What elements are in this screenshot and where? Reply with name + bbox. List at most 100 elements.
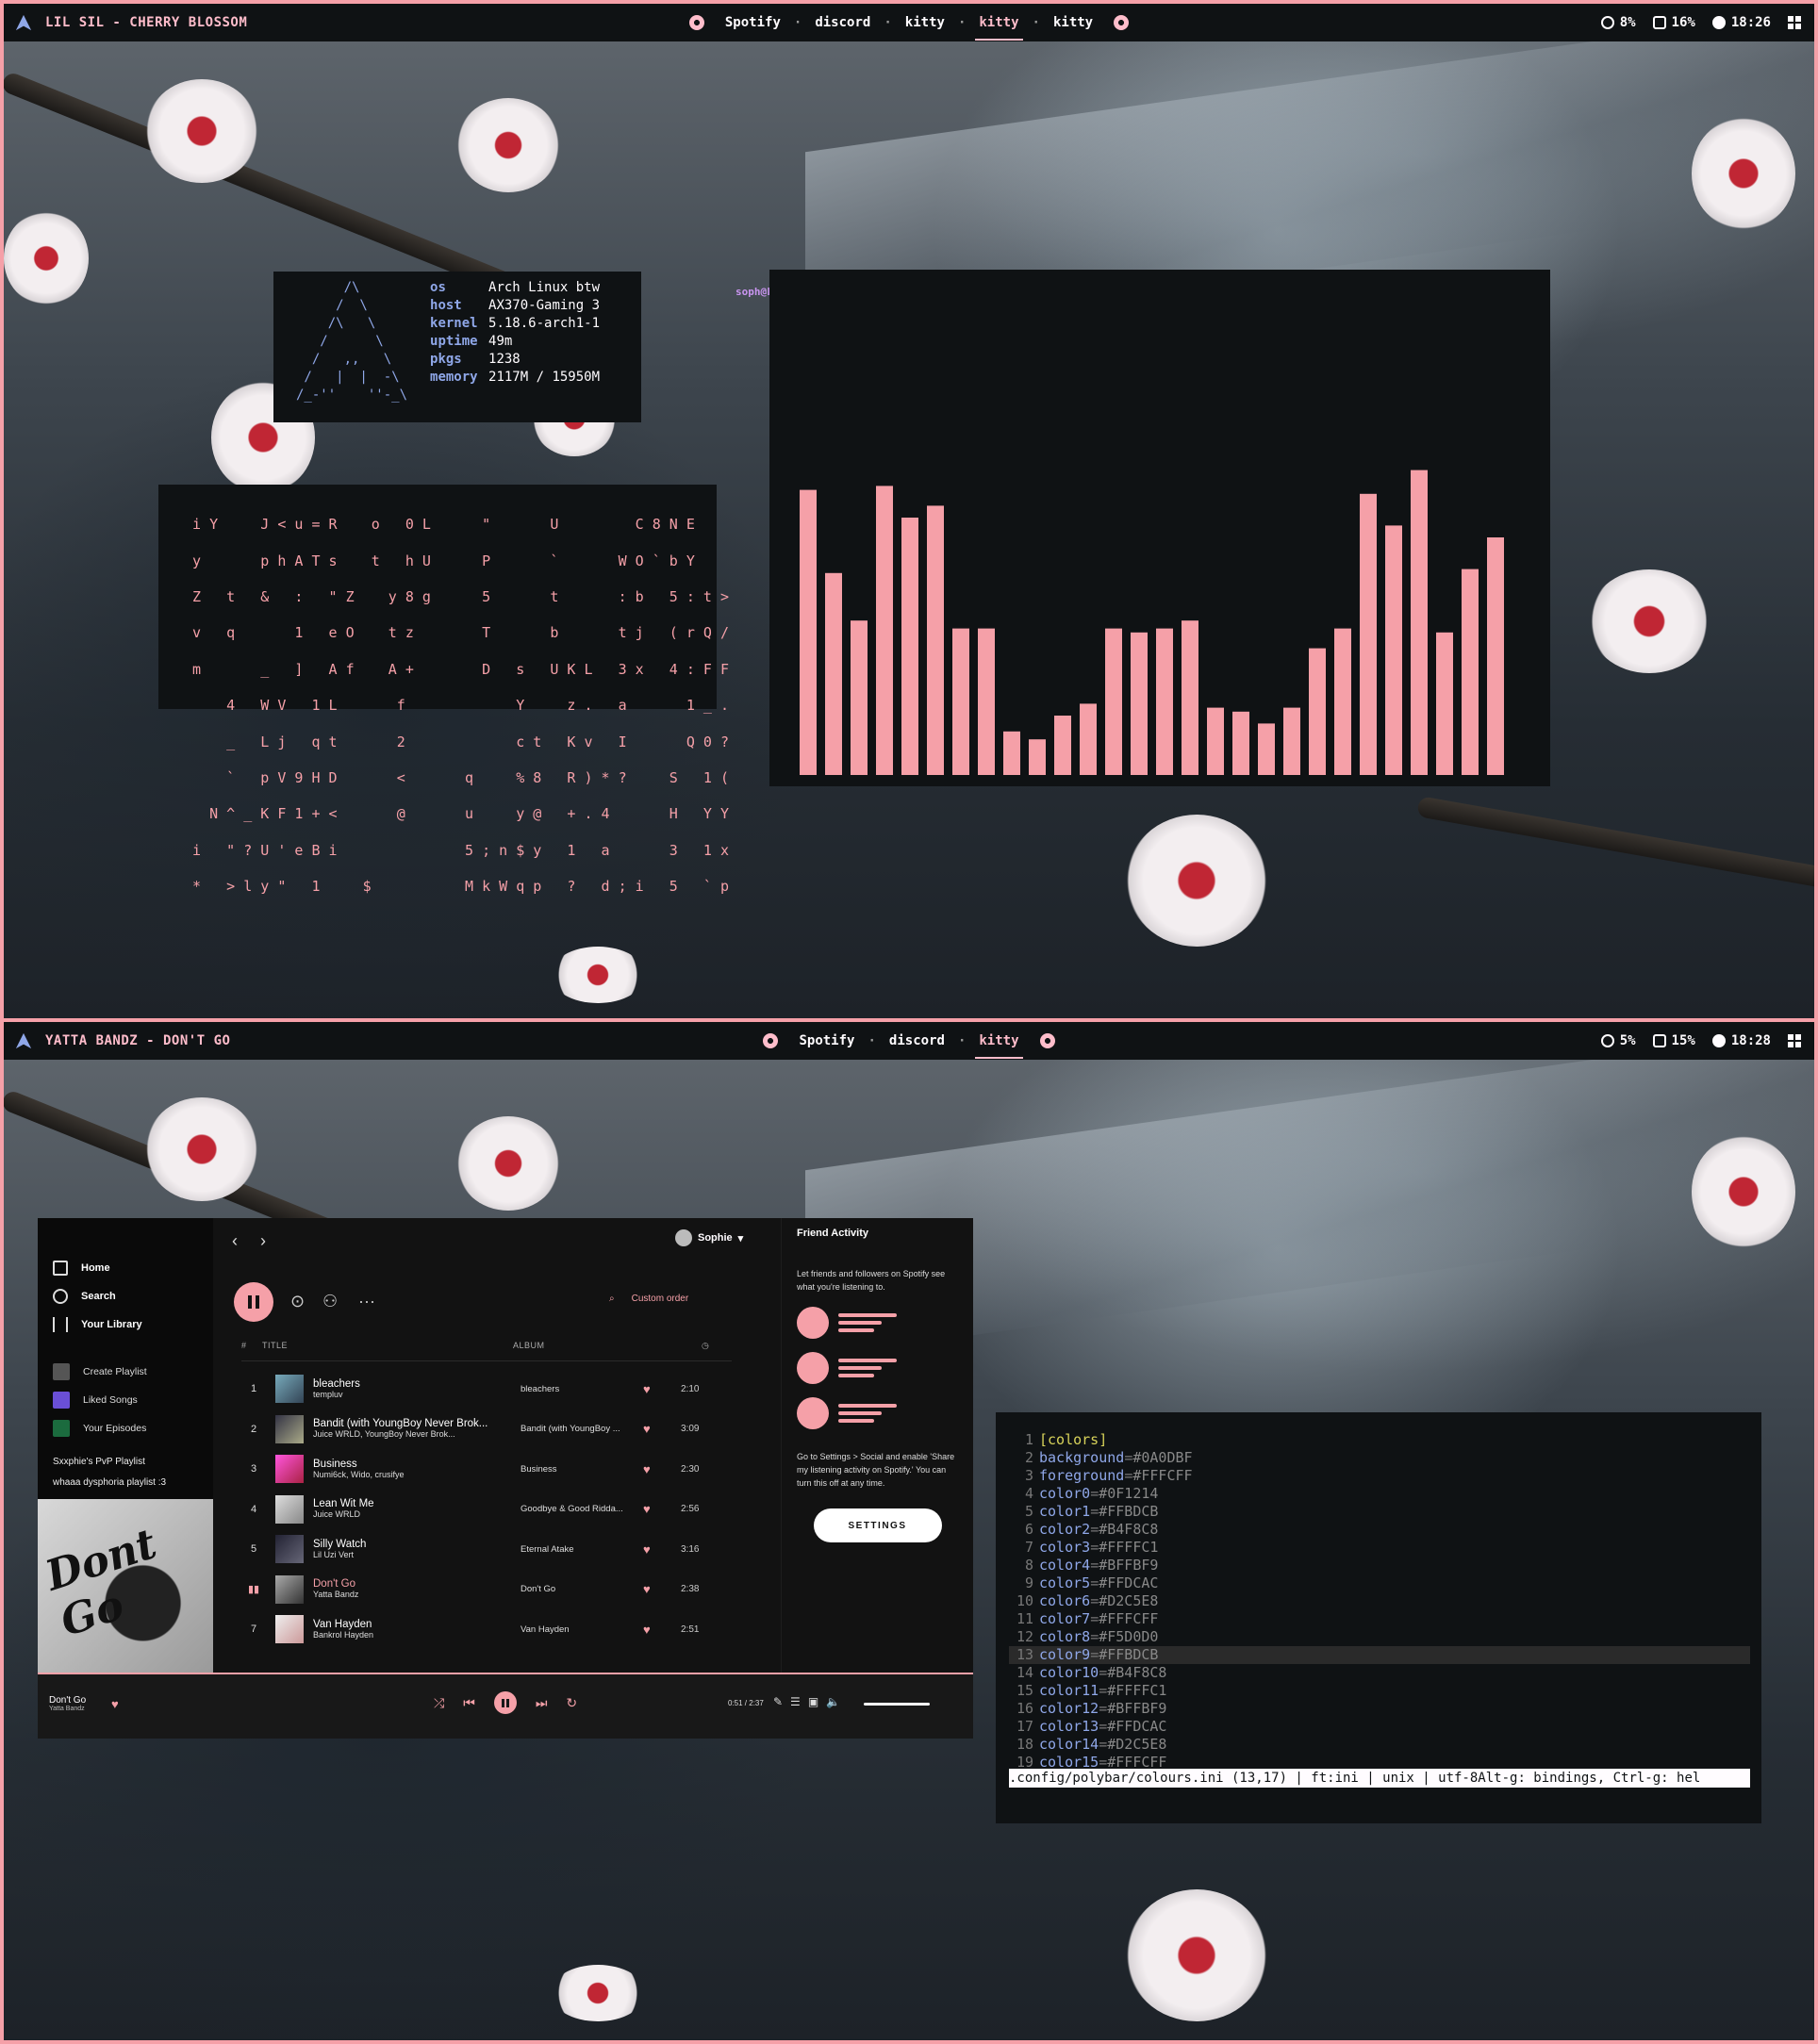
editor-line[interactable]: 18 color14 = #D2C5E8 xyxy=(1009,1736,1750,1754)
user-menu[interactable]: Sophie ▾ xyxy=(675,1229,743,1246)
menu-grid-icon[interactable] xyxy=(1788,16,1801,29)
editor-line[interactable]: 3 foreground = #FFFCFF xyxy=(1009,1467,1750,1485)
pause-button[interactable] xyxy=(493,1691,517,1714)
editor-line[interactable]: 17 color13 = #FFDCAC xyxy=(1009,1718,1750,1736)
nav-search[interactable]: Search xyxy=(53,1282,213,1310)
track-album[interactable]: Don't Go xyxy=(521,1584,643,1594)
editor-line[interactable]: 8 color4 = #BFFBF9 xyxy=(1009,1557,1750,1574)
workspace-spotify[interactable]: Spotify xyxy=(795,1033,858,1048)
track-album[interactable]: Van Hayden xyxy=(521,1624,643,1635)
editor-line[interactable]: 10 color6 = #D2C5E8 xyxy=(1009,1592,1750,1610)
editor-line[interactable]: 16 color12 = #BFFBF9 xyxy=(1009,1700,1750,1718)
workspace-kitty[interactable]: kitty xyxy=(901,15,949,30)
settings-button[interactable]: SETTINGS xyxy=(813,1508,942,1542)
editor-line[interactable]: 14 color10 = #B4F8C8 xyxy=(1009,1664,1750,1682)
now-playing-track[interactable]: Don't Go xyxy=(49,1695,86,1706)
playback-controls: ⤮ ⏮ ⏭ ↻ xyxy=(434,1691,577,1714)
track-artist[interactable]: Juice WRLD xyxy=(313,1509,360,1519)
wallpaper-blossom xyxy=(4,211,89,305)
album-cover-art[interactable]: Dont Go xyxy=(38,1499,213,1673)
create-playlist-button[interactable]: Create Playlist xyxy=(53,1358,213,1386)
forward-arrow-icon[interactable]: › xyxy=(260,1231,266,1251)
nav-library[interactable]: Your Library xyxy=(53,1310,213,1339)
nav-home[interactable]: Home xyxy=(53,1254,213,1282)
heart-icon[interactable]: ♥ xyxy=(643,1422,681,1436)
play-pause-button[interactable] xyxy=(234,1282,273,1322)
playlist-item[interactable]: whaaa dysphoria playlist :3 xyxy=(53,1473,213,1493)
visualizer-bar xyxy=(1054,716,1071,775)
cava-visualizer-terminal[interactable] xyxy=(769,270,1550,786)
editor-line[interactable]: 2 background = #0A0DBF xyxy=(1009,1449,1750,1467)
editor-line[interactable]: 5 color1 = #FFBDCB xyxy=(1009,1503,1750,1521)
heart-icon[interactable]: ♥ xyxy=(643,1542,681,1557)
table-row[interactable]: 7 Van Hayden Bankrol Hayden Van Hayden ♥ 2:51 xyxy=(241,1609,751,1650)
micro-editor-terminal[interactable]: 1 [colors] 2 background = #0A0DBF 3 foregroun… xyxy=(996,1412,1761,1823)
search-icon[interactable]: ⌕ xyxy=(609,1294,615,1304)
editor-line[interactable]: 11 color7 = #FFFCFF xyxy=(1009,1610,1750,1628)
liked-songs-button[interactable]: Liked Songs xyxy=(53,1386,213,1414)
workspace-kitty-active[interactable]: kitty xyxy=(975,1033,1023,1059)
heart-icon[interactable]: ♥ xyxy=(643,1623,681,1637)
heart-icon[interactable]: ♥ xyxy=(643,1462,681,1476)
heart-icon[interactable]: ♥ xyxy=(643,1382,681,1396)
track-artist[interactable]: templuv xyxy=(313,1390,343,1399)
workspace-kitty[interactable]: kitty xyxy=(1049,15,1097,30)
now-playing-artist[interactable]: Yatta Bandz xyxy=(49,1706,86,1712)
editor-line[interactable]: 7 color3 = #FFFFC1 xyxy=(1009,1539,1750,1557)
track-artist[interactable]: Yatta Bandz xyxy=(313,1590,358,1599)
editor-lines[interactable]: 1 [colors] 2 background = #0A0DBF 3 foregroun… xyxy=(1009,1431,1750,1772)
editor-line[interactable]: 13 color9 = #FFBDCB xyxy=(1009,1646,1750,1664)
spotify-window[interactable]: Home Search Your Library Create Playlist… xyxy=(38,1218,973,1739)
shuffle-icon[interactable]: ⤮ xyxy=(434,1695,444,1711)
table-row[interactable]: 5 Silly Watch Lil Uzi Vert Eternal Atake ♥ 3:… xyxy=(241,1529,751,1570)
editor-line[interactable]: 12 color8 = #F5D0D0 xyxy=(1009,1628,1750,1646)
more-options-icon[interactable]: ··· xyxy=(358,1292,375,1311)
download-icon[interactable]: ⊙ xyxy=(290,1292,305,1311)
workspace-spotify[interactable]: Spotify xyxy=(721,15,785,30)
table-row-playing[interactable]: ▮▮ Don't Go Yatta Bandz Don't Go ♥ 2:38 xyxy=(241,1570,751,1610)
workspace-discord[interactable]: discord xyxy=(885,1033,949,1048)
track-artist[interactable]: Juice WRLD, YoungBoy Never Brok... xyxy=(313,1429,455,1439)
menu-grid-icon[interactable] xyxy=(1788,1034,1801,1047)
table-row[interactable]: 3 Business Numi6ck, Wido, crusifye Business… xyxy=(241,1449,751,1490)
sort-control[interactable]: ⌕ Custom order xyxy=(609,1294,688,1304)
ini-key: color5 xyxy=(1039,1574,1091,1591)
workspace-kitty-active[interactable]: kitty xyxy=(975,15,1023,41)
like-heart-icon[interactable]: ♥ xyxy=(111,1697,119,1711)
table-row[interactable]: 1 bleachers templuv bleachers ♥ 2:10 xyxy=(241,1369,751,1409)
back-arrow-icon[interactable]: ‹ xyxy=(232,1231,238,1251)
editor-line[interactable]: 9 color5 = #FFDCAC xyxy=(1009,1574,1750,1592)
repeat-icon[interactable]: ↻ xyxy=(566,1695,577,1711)
add-user-icon[interactable]: ⚇ xyxy=(322,1292,338,1311)
editor-line[interactable]: 15 color11 = #FFFFC1 xyxy=(1009,1682,1750,1700)
previous-icon[interactable]: ⏮ xyxy=(463,1695,475,1711)
track-album[interactable]: bleachers xyxy=(521,1384,643,1394)
ini-value: #F5D0D0 xyxy=(1099,1628,1159,1645)
your-episodes-button[interactable]: Your Episodes xyxy=(53,1414,213,1442)
now-playing[interactable]: Don't Go Yatta Bandz xyxy=(49,1695,86,1712)
table-row[interactable]: 2 Bandit (with YoungBoy Never Brok... Juic… xyxy=(241,1409,751,1450)
workspace-discord[interactable]: discord xyxy=(811,15,874,30)
editor-line[interactable]: 4 color0 = #0F1214 xyxy=(1009,1485,1750,1503)
track-artist[interactable]: Numi6ck, Wido, crusifye xyxy=(313,1470,405,1479)
cmatrix-terminal[interactable]: i Y J < u = R o 0 L " U C 8 N E y p h A … xyxy=(158,485,729,895)
track-album[interactable]: Business xyxy=(521,1464,643,1475)
table-row[interactable]: 4 Lean Wit Me Juice WRLD Goodbye & Good Rid… xyxy=(241,1490,751,1530)
track-album[interactable]: Bandit (with YoungBoy ... xyxy=(521,1424,643,1434)
cpu-status: 8% xyxy=(1600,15,1636,30)
cpu-status: 5% xyxy=(1600,1033,1636,1048)
neofetch-terminal[interactable]: /\ / \ /\ \ / \ / ,, \ / | | -\ /_-'' ''… xyxy=(273,272,792,422)
editor-line[interactable]: 1 [colors] xyxy=(1009,1431,1750,1449)
lyrics-queue-device-icons[interactable]: ✎☰▣🔈 xyxy=(773,1695,848,1708)
track-album[interactable]: Goodbye & Good Ridda... xyxy=(521,1504,643,1514)
editor-line[interactable]: 6 color2 = #B4F8C8 xyxy=(1009,1521,1750,1539)
track-album[interactable]: Eternal Atake xyxy=(521,1544,643,1555)
heart-icon[interactable]: ♥ xyxy=(643,1502,681,1516)
track-artist[interactable]: Lil Uzi Vert xyxy=(313,1550,354,1559)
volume-slider[interactable] xyxy=(864,1703,930,1706)
track-artist[interactable]: Bankrol Hayden xyxy=(313,1630,373,1640)
heart-icon[interactable]: ♥ xyxy=(643,1582,681,1596)
playlist-item[interactable]: Sxxphie's PvP Playlist xyxy=(53,1452,213,1473)
next-icon[interactable]: ⏭ xyxy=(536,1695,548,1711)
spotify-sidebar: Home Search Your Library Create Playlist… xyxy=(38,1218,213,1673)
